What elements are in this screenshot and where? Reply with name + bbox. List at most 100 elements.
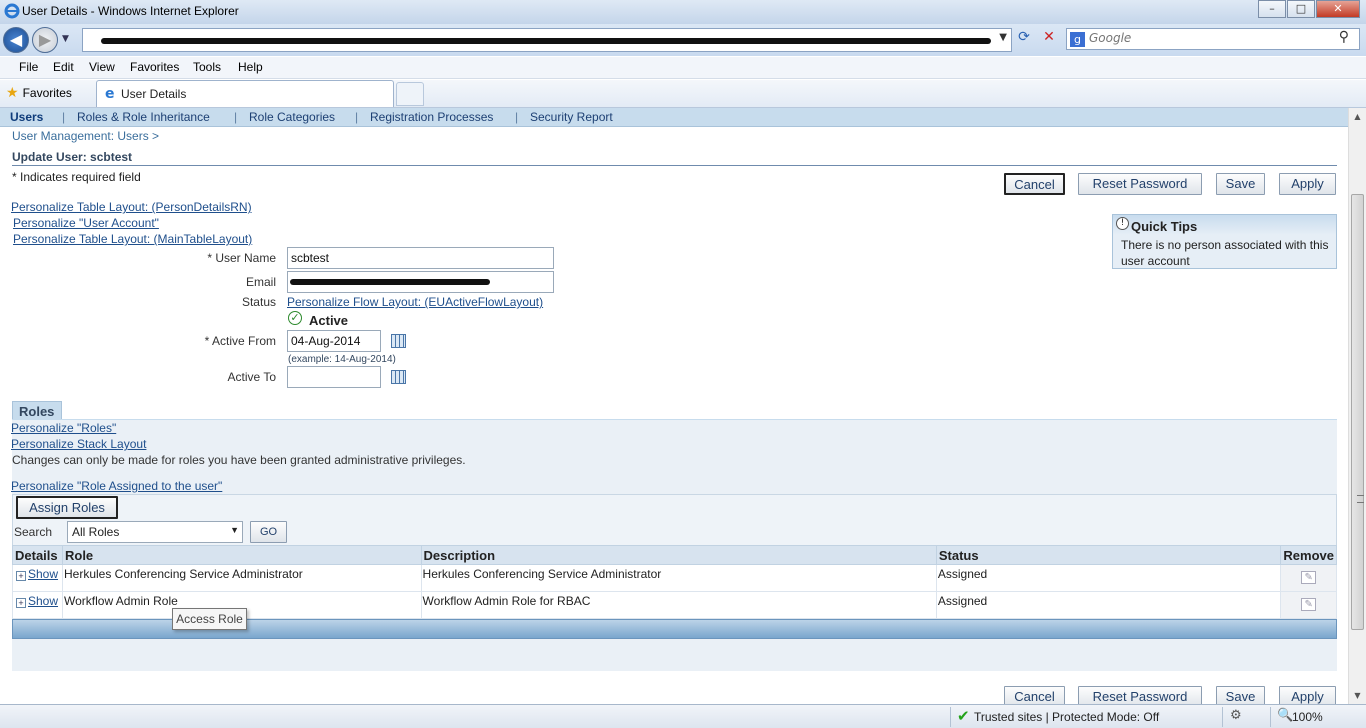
check-icon: ✓ [288, 311, 302, 325]
apply-button-bottom[interactable]: Apply [1279, 686, 1336, 704]
search-box[interactable]: g ⚲ [1066, 28, 1360, 50]
menu-edit[interactable]: Edit [53, 60, 74, 74]
column-header: Status [935, 545, 1282, 565]
scroll-thumb[interactable] [1351, 194, 1364, 630]
calendar-icon[interactable] [391, 334, 406, 348]
save-button[interactable]: Save [1216, 173, 1265, 195]
show-details-link[interactable]: Show [28, 594, 58, 608]
status-value: Active [309, 313, 349, 328]
remove-icon[interactable]: ✎ [1301, 598, 1317, 611]
security-zone[interactable]: Trusted sites | Protected Mode: Off [974, 710, 1159, 724]
roles-section-tab: Roles [12, 401, 62, 420]
subtab-security-report[interactable]: Security Report [530, 110, 613, 124]
menu-tools[interactable]: Tools [193, 60, 221, 74]
go-button[interactable]: GO [250, 521, 287, 543]
ie-logo-icon [4, 3, 20, 19]
cancel-button-bottom[interactable]: Cancel [1004, 686, 1065, 704]
recent-pages-dropdown-icon[interactable]: ▼ [62, 34, 69, 44]
breadcrumb[interactable]: User Management: Users > [12, 129, 159, 143]
forward-button[interactable]: ▶ [32, 27, 58, 53]
show-details-link[interactable]: Show [28, 567, 58, 581]
personalize-role-assigned-link[interactable]: Personalize "Role Assigned to the user" [11, 479, 222, 493]
window-title: User Details - Windows Internet Explorer [22, 4, 239, 18]
username-label: * User Name [207, 251, 276, 265]
close-window-button[interactable]: ✕ [1316, 0, 1360, 18]
personalize-flow-link[interactable]: Personalize Flow Layout: (EUActiveFlowLa… [287, 295, 543, 309]
star-icon: ★ [6, 84, 19, 100]
redacted-email [290, 279, 490, 285]
zoom-level[interactable]: 100% [1292, 710, 1323, 724]
menu-file[interactable]: File [19, 60, 38, 74]
tab-user-details[interactable]: e User Details [96, 80, 394, 107]
active-to-field[interactable] [287, 366, 381, 388]
page-content: Users | Roles & Role Inheritance | Role … [0, 108, 1348, 704]
maximize-button[interactable]: □ [1287, 0, 1315, 18]
personalize-user-account-link[interactable]: Personalize "User Account" [13, 216, 159, 230]
table-row: + Show Herkules Conferencing Service Admi… [12, 564, 1337, 592]
assign-roles-button[interactable]: Assign Roles [16, 496, 118, 519]
google-icon: g [1070, 32, 1085, 47]
personalize-stack-link[interactable]: Personalize Stack Layout [11, 437, 146, 451]
tab-label: User Details [121, 87, 187, 101]
tip-icon: ! [1116, 217, 1129, 230]
search-label: Search [14, 525, 53, 539]
minimize-button[interactable]: – [1258, 0, 1286, 18]
new-tab-button[interactable] [396, 82, 424, 106]
access-role-tooltip: Access Role [172, 608, 247, 630]
status-bar: ✔ Trusted sites | Protected Mode: Off ⚙ … [0, 704, 1366, 728]
page-title: Update User: scbtest [12, 150, 133, 164]
role-cell: Herkules Conferencing Service Administra… [61, 564, 422, 592]
calendar-icon[interactable] [391, 370, 406, 384]
ie-page-icon: e [105, 86, 115, 102]
zoom-icon[interactable]: 🔍 [1277, 708, 1293, 723]
column-header: Details [12, 545, 63, 565]
reset-password-button-bottom[interactable]: Reset Password [1078, 686, 1202, 704]
address-bar[interactable]: ▼ [82, 28, 1012, 52]
search-icon[interactable]: ⚲ [1339, 29, 1349, 45]
protected-mode-icon[interactable]: ⚙ [1230, 708, 1242, 723]
title-divider [12, 165, 1337, 166]
trusted-check-icon: ✔ [957, 707, 970, 725]
roles-note: Changes can only be made for roles you h… [12, 453, 466, 467]
title-bar: User Details - Windows Internet Explorer… [0, 0, 1366, 24]
status-cell: Assigned [935, 564, 1282, 592]
vertical-scrollbar[interactable]: ▲ ▼ [1348, 108, 1366, 704]
column-header: Role [61, 545, 422, 565]
back-button[interactable]: ◀ [3, 27, 29, 53]
column-header: Description [420, 545, 937, 565]
quick-tips-body: There is no person associated with this … [1121, 238, 1329, 268]
subtab-roles-inheritance[interactable]: Roles & Role Inheritance [77, 110, 210, 124]
expand-icon[interactable]: + [16, 598, 26, 608]
refresh-icon[interactable]: ⟳ [1014, 29, 1034, 49]
active-to-label: Active To [227, 370, 276, 384]
subtab-users[interactable]: Users [10, 110, 43, 124]
expand-icon[interactable]: + [16, 571, 26, 581]
username-field[interactable]: scbtest [287, 247, 554, 269]
subtab-role-categories[interactable]: Role Categories [249, 110, 335, 124]
apply-button[interactable]: Apply [1279, 173, 1336, 195]
role-search-select[interactable]: All Roles ▼ [67, 521, 243, 543]
search-input[interactable] [1089, 31, 1329, 45]
remove-icon[interactable]: ✎ [1301, 571, 1317, 584]
save-button-bottom[interactable]: Save [1216, 686, 1265, 704]
reset-password-button[interactable]: Reset Password [1078, 173, 1202, 195]
favorites-button[interactable]: ★ Favorites [6, 84, 72, 101]
menu-bar: File Edit View Favorites Tools Help [0, 57, 1366, 79]
address-dropdown-icon[interactable]: ▼ [999, 32, 1007, 43]
menu-help[interactable]: Help [238, 60, 263, 74]
scroll-up-icon[interactable]: ▲ [1349, 108, 1366, 125]
active-from-field[interactable]: 04-Aug-2014 [287, 330, 381, 352]
personalize-table-main-link[interactable]: Personalize Table Layout: (MainTableLayo… [13, 232, 252, 246]
scroll-down-icon[interactable]: ▼ [1349, 687, 1366, 704]
subtab-bar: Users | Roles & Role Inheritance | Role … [0, 108, 1348, 127]
stop-icon[interactable]: ✕ [1039, 29, 1059, 49]
quick-tips-panel: Quick Tips ! There is no person associat… [1112, 214, 1337, 269]
subtab-registration-processes[interactable]: Registration Processes [370, 110, 493, 124]
menu-favorites[interactable]: Favorites [130, 60, 179, 74]
personalize-roles-link[interactable]: Personalize "Roles" [11, 421, 116, 435]
date-hint: (example: 14-Aug-2014) [288, 354, 396, 365]
personalize-table-person-link[interactable]: Personalize Table Layout: (PersonDetails… [11, 200, 252, 214]
required-note: * Indicates required field [12, 170, 141, 184]
menu-view[interactable]: View [89, 60, 115, 74]
cancel-button[interactable]: Cancel [1004, 173, 1065, 195]
